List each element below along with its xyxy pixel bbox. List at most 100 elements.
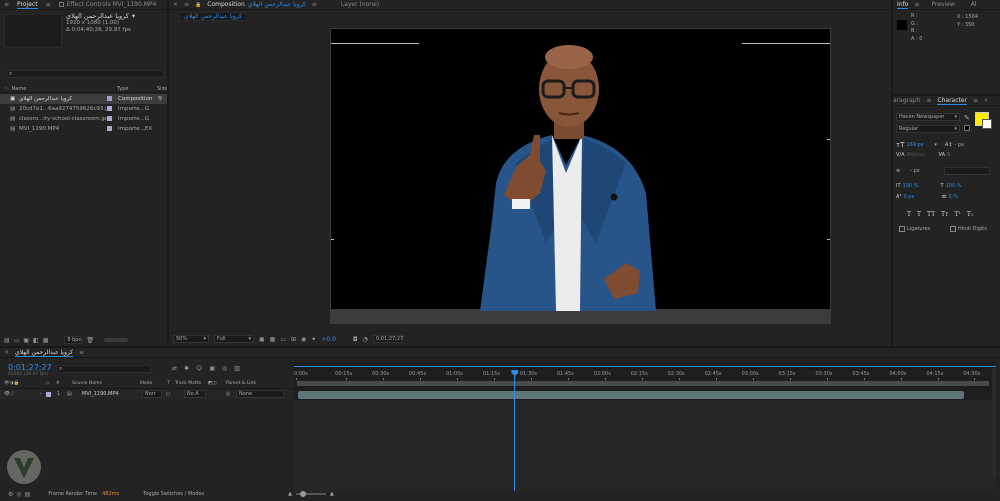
label-color[interactable] [107,106,112,111]
zoom-select[interactable]: 50% ▾ [173,335,209,343]
tab-ai[interactable]: Al [971,1,977,8]
col-mode[interactable]: Mode [140,381,152,386]
zoom-in-icon[interactable]: ▲ [330,491,334,497]
close-icon[interactable]: × [173,1,178,8]
guides-icon[interactable]: ⊞ [291,336,296,343]
comp-viewer[interactable] [330,28,831,324]
tab-composition[interactable]: Composition كرويا عبدالرحمن الهلاي [207,1,306,8]
tab-info[interactable]: Info [897,1,909,9]
zoom-out-icon[interactable]: ▲ [288,491,292,497]
tab-layer[interactable]: Layer (none) [341,1,379,8]
panel-menu-icon[interactable]: ≡ [184,1,189,8]
label-color[interactable] [107,126,112,131]
text-style-button[interactable]: T¹ [954,211,960,218]
work-area-range[interactable] [297,381,989,386]
panel-menu-icon[interactable]: ≡ [926,97,931,104]
label-color[interactable] [46,392,51,397]
ligatures-option[interactable]: Ligatures [899,226,930,232]
close-icon[interactable]: × [4,349,9,356]
font-size-value[interactable]: 169 px [906,142,932,148]
inout-icon[interactable]: ▤ [25,491,31,498]
mask-visibility-icon[interactable]: ▭ [280,336,286,343]
project-list-item[interactable]: ▤ MVI_1190.MP4 Importe...EX [0,124,167,134]
track-matte-select[interactable]: No A [184,390,206,398]
kerning-value[interactable]: Metrics [907,152,933,158]
col-parent[interactable]: Parent & Link [226,381,256,386]
playhead[interactable] [511,370,519,491]
modes-icon[interactable]: ◎ [16,491,21,498]
exposure-value[interactable]: +0.0 [321,336,336,343]
time-ruler[interactable]: 0:00s 00:15s 00:30s 00:45s 01:00s 01:15s 01:30… [294,370,996,380]
stroke-width-value[interactable]: - px [910,168,938,174]
panel-menu-icon[interactable]: ≡ [312,1,317,8]
panel-menu-icon[interactable]: ≡ [46,1,51,8]
trash-icon[interactable]: 🗑 [86,337,94,344]
comp-subtab[interactable]: كرويا عبدالرحمن الهلاي [179,12,248,21]
viewer-timecode[interactable]: 0;01;27;27 [372,335,403,343]
panel-menu-icon[interactable]: ≡ [973,97,978,104]
font-style-select[interactable]: Regular ▾ [896,125,960,133]
ligatures-checkbox[interactable] [899,226,905,232]
layer-name[interactable]: MVI_1190.MP4 [82,391,119,397]
lock-icon[interactable]: 🔒 [195,2,201,8]
vertical-scale-value[interactable]: 100 % [903,183,939,189]
tracking-value[interactable]: 0 [947,152,950,158]
preserve-transparency-icon[interactable]: ○ [166,391,170,397]
col-size[interactable]: Size [157,86,167,92]
col-track-matte[interactable]: Track Matte [175,381,201,386]
timeline-right-scroll[interactable] [992,368,996,478]
toggle-switches-button[interactable]: Toggle Switches / Modes [143,491,204,497]
motion-blur-icon[interactable]: ◎ [222,365,227,372]
label-color[interactable] [107,116,112,121]
new-comp-icon[interactable]: ▣ [23,337,29,344]
interpret-footage-icon[interactable]: ▤ [4,337,10,344]
pickwhip-icon[interactable]: ◎ [226,391,230,397]
comp-mini-flowchart-icon[interactable]: ⇄ [172,365,177,372]
graph-editor-icon[interactable]: ▥ [234,365,240,372]
layer-mode-select[interactable]: Norr [142,390,162,398]
show-channel-icon[interactable]: ◉ [301,336,306,343]
tab-effect-controls[interactable]: Effect Controls MVI_1190.MP4 [58,1,156,8]
col-source-name[interactable]: Source Name [72,381,102,386]
panel-menu-icon[interactable]: ≡ [4,1,9,8]
baseline-shift-value[interactable]: 0 px [903,194,939,200]
eyedropper-icon[interactable]: ✎ [964,114,970,122]
layer-switches-icon[interactable]: ⚙ [8,491,13,498]
col-name[interactable]: Name [12,86,27,92]
chevron-down-icon[interactable]: ▾ [132,13,135,20]
horizontal-scale-value[interactable]: 100 % [946,183,962,189]
stroke-type-select[interactable] [944,167,991,175]
region-of-interest-icon[interactable]: ▣ [259,336,265,343]
draft-3d-icon[interactable]: ✱ [184,365,189,372]
hindi-digits-option[interactable]: Hindi Digits [950,226,987,232]
project-search-input[interactable]: ⌕ [6,70,164,78]
zoom-slider[interactable] [295,491,326,497]
black-swatch[interactable] [964,125,970,131]
panel-menu-icon[interactable]: ≡ [79,349,84,356]
text-style-button[interactable]: T [917,211,921,218]
snapshot-icon[interactable]: ◘ [353,336,358,343]
tab-paragraph[interactable]: aragraph [893,97,920,104]
leading-value[interactable]: - px [955,142,965,148]
expand-chevron-icon[interactable]: › [40,391,42,397]
col-type[interactable]: Type [117,86,128,92]
tab-character[interactable]: Character [937,97,968,105]
tab-preview[interactable]: Preview [931,1,954,8]
tsume-value[interactable]: 0 % [948,194,958,200]
panel-menu-icon[interactable]: ≡ [914,1,919,8]
font-family-select[interactable]: Hacen Newspaper ▾ [896,113,960,121]
text-style-button[interactable]: TT [927,211,935,218]
new-folder-icon[interactable]: ▭ [14,337,20,344]
project-list-item[interactable]: ▤ 20cd7e1...6aa9274759626c93.jpg Importe..… [0,104,167,114]
tab-project[interactable]: Project [17,1,38,9]
audio-icon[interactable]: ♪ [11,391,14,397]
frame-blending-icon[interactable]: ▣ [209,365,215,372]
reset-exposure-icon[interactable]: ✦ [311,336,316,343]
adjust-icon[interactable]: ◧ [33,337,39,344]
text-style-button[interactable]: T [907,211,911,218]
thumb-slider[interactable] [103,338,128,342]
tab-timeline-comp[interactable]: كرويا عبدالرحمن الهلاي [15,349,74,357]
parent-select[interactable]: None [236,390,284,398]
layer-row[interactable]: 👁 ♪ › 1 ▤ MVI_1190.MP4 Norr ○ No A ◎ Non… [0,390,294,399]
text-style-button[interactable]: Tт [941,211,948,218]
